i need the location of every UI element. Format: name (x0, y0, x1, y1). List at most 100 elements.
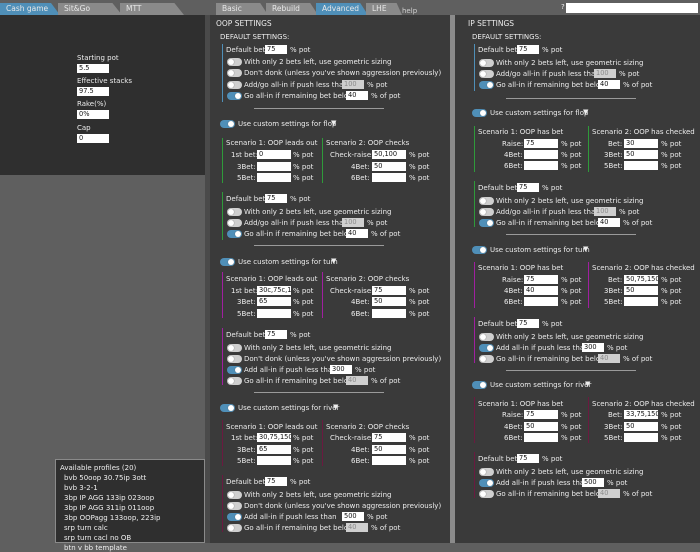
flop-lead-input[interactable]: 0 (257, 150, 291, 159)
flop-go-allin-input[interactable]: 40 (346, 229, 368, 238)
chevron-down-icon[interactable]: ▼ (583, 245, 588, 254)
flop-5bet-input[interactable] (257, 173, 291, 182)
list-item[interactable]: bvb 50oop 30.75ip 3ott (64, 474, 146, 482)
ip-turn-default-bet-input[interactable]: 75 (517, 319, 539, 328)
middle-scrollbar[interactable] (450, 15, 455, 543)
go-allin-toggle[interactable] (227, 230, 242, 238)
ip-flop-add-allin-input[interactable]: 100 (594, 207, 616, 216)
river-go-allin-input[interactable]: 40 (346, 523, 368, 532)
flop-default-bet-input[interactable]: 75 (265, 194, 287, 203)
add-allin-toggle[interactable] (479, 479, 494, 487)
list-item[interactable]: btn v bb template (64, 544, 127, 552)
custom-turn-toggle[interactable] (220, 258, 235, 266)
ip-flop-bet-input[interactable]: 30 (624, 139, 658, 148)
geometric-toggle[interactable] (227, 491, 242, 499)
turn-default-bet-input[interactable]: 75 (265, 330, 287, 339)
list-item[interactable]: srp turn calc (64, 524, 108, 532)
tab-basic[interactable]: Basic (216, 3, 268, 15)
river-xr6-input[interactable] (372, 456, 406, 465)
turn-add-allin-input[interactable]: 300 (330, 365, 352, 374)
chevron-down-icon[interactable]: ▼ (331, 257, 336, 266)
default-bet-input[interactable]: 75 (265, 45, 287, 54)
flop-xr4-input[interactable]: 50 (372, 162, 406, 171)
chevron-down-icon[interactable]: ▼ (333, 403, 338, 412)
profiles-list[interactable]: Available profiles (20) bvb 50oop 30.75i… (55, 459, 205, 552)
geometric-toggle[interactable] (227, 208, 242, 216)
geometric-toggle[interactable] (479, 468, 494, 476)
tab-sit-go[interactable]: Sit&Go (58, 3, 122, 15)
ip-river-default-bet-input[interactable]: 75 (517, 454, 539, 463)
add-allin-input[interactable]: 100 (342, 80, 364, 89)
river-xr4-input[interactable]: 50 (372, 445, 406, 454)
river-default-bet-input[interactable]: 75 (265, 477, 287, 486)
ip-flop-raise-input[interactable]: 75 (524, 139, 558, 148)
geometric-toggle[interactable] (479, 59, 494, 67)
add-allin-toggle[interactable] (479, 208, 494, 216)
ip-turn-raise-input[interactable]: 75 (524, 275, 558, 284)
flop-xr6-input[interactable] (372, 173, 406, 182)
flop-xr-input[interactable]: 50,100 (372, 150, 406, 159)
turn-lead-input[interactable]: 30c,75c,1: (257, 286, 291, 295)
go-allin-toggle[interactable] (227, 92, 242, 100)
add-allin-toggle[interactable] (227, 219, 242, 227)
ip-turn-bet-input[interactable]: 50,75,150 (624, 275, 658, 284)
ip-river-go-allin-input[interactable]: 40 (598, 489, 620, 498)
go-allin-toggle[interactable] (227, 524, 242, 532)
eff-stacks-input[interactable]: 97.5 (77, 87, 109, 96)
turn-go-allin-input[interactable]: 40 (346, 376, 368, 385)
add-allin-toggle[interactable] (479, 344, 494, 352)
list-item[interactable]: srp turn cacl no OB (64, 534, 131, 542)
river-lead-input[interactable]: 30,75,150 (257, 433, 291, 442)
ip-flop-5bet-input[interactable] (624, 161, 658, 170)
tab-cash-game[interactable]: Cash game (0, 3, 60, 15)
list-item[interactable]: 3bp IP AGG 311ip 011oop (64, 504, 154, 512)
ip-river-4bet-input[interactable]: 50 (524, 422, 558, 431)
ip-flop-3bet-input[interactable]: 50 (624, 150, 658, 159)
dont-donk-toggle[interactable] (227, 502, 242, 510)
ip-go-allin-input[interactable]: 40 (598, 80, 620, 89)
tab-rebuild[interactable]: Rebuild (266, 3, 318, 15)
go-allin-input[interactable]: 40 (346, 91, 368, 100)
add-allin-toggle[interactable] (227, 366, 242, 374)
ip-river-6bet-input[interactable] (524, 433, 558, 442)
ip-add-allin-input[interactable]: 100 (594, 69, 616, 78)
custom-flop-toggle[interactable] (472, 109, 487, 117)
rake-input[interactable]: 0% (77, 110, 109, 119)
ip-river-raise-input[interactable]: 75 (524, 410, 558, 419)
turn-xr-input[interactable]: 75 (372, 286, 406, 295)
chevron-down-icon[interactable]: ▼ (585, 380, 590, 389)
left-scrollbar[interactable] (205, 15, 210, 543)
go-allin-toggle[interactable] (479, 81, 494, 89)
geometric-toggle[interactable] (479, 333, 494, 341)
ip-turn-add-allin-input[interactable]: 300 (582, 343, 604, 352)
tab-mtt[interactable]: MTT (120, 3, 184, 15)
go-allin-toggle[interactable] (479, 355, 494, 363)
ip-river-5bet-input[interactable] (624, 433, 658, 442)
go-allin-toggle[interactable] (227, 377, 242, 385)
tab-lhe[interactable]: LHE (366, 3, 402, 15)
cap-input[interactable]: 0 (77, 134, 109, 143)
geometric-toggle[interactable] (227, 58, 242, 66)
turn-xr4-input[interactable]: 50 (372, 297, 406, 306)
custom-turn-toggle[interactable] (472, 246, 487, 254)
list-item[interactable]: bvb 3-2-1 (64, 484, 98, 492)
custom-river-toggle[interactable] (220, 404, 235, 412)
go-allin-toggle[interactable] (479, 490, 494, 498)
ip-flop-6bet-input[interactable] (524, 161, 558, 170)
top-right-input[interactable] (566, 3, 698, 13)
geometric-toggle[interactable] (479, 197, 494, 205)
go-allin-toggle[interactable] (479, 219, 494, 227)
ip-turn-4bet-input[interactable]: 40 (524, 286, 558, 295)
turn-3bet-input[interactable]: 65 (257, 297, 291, 306)
river-5bet-input[interactable] (257, 456, 291, 465)
add-allin-toggle[interactable] (227, 513, 242, 521)
river-xr-input[interactable]: 75 (372, 433, 406, 442)
ip-flop-4bet-input[interactable] (524, 150, 558, 159)
geometric-toggle[interactable] (227, 344, 242, 352)
ip-river-3bet-input[interactable]: 50 (624, 422, 658, 431)
flop-add-allin-input[interactable]: 100 (342, 218, 364, 227)
dont-donk-toggle[interactable] (227, 355, 242, 363)
river-add-allin-input[interactable]: 500 (342, 512, 364, 521)
ip-river-bet-input[interactable]: 33,75,150 (624, 410, 658, 419)
ip-flop-go-allin-input[interactable]: 40 (598, 218, 620, 227)
